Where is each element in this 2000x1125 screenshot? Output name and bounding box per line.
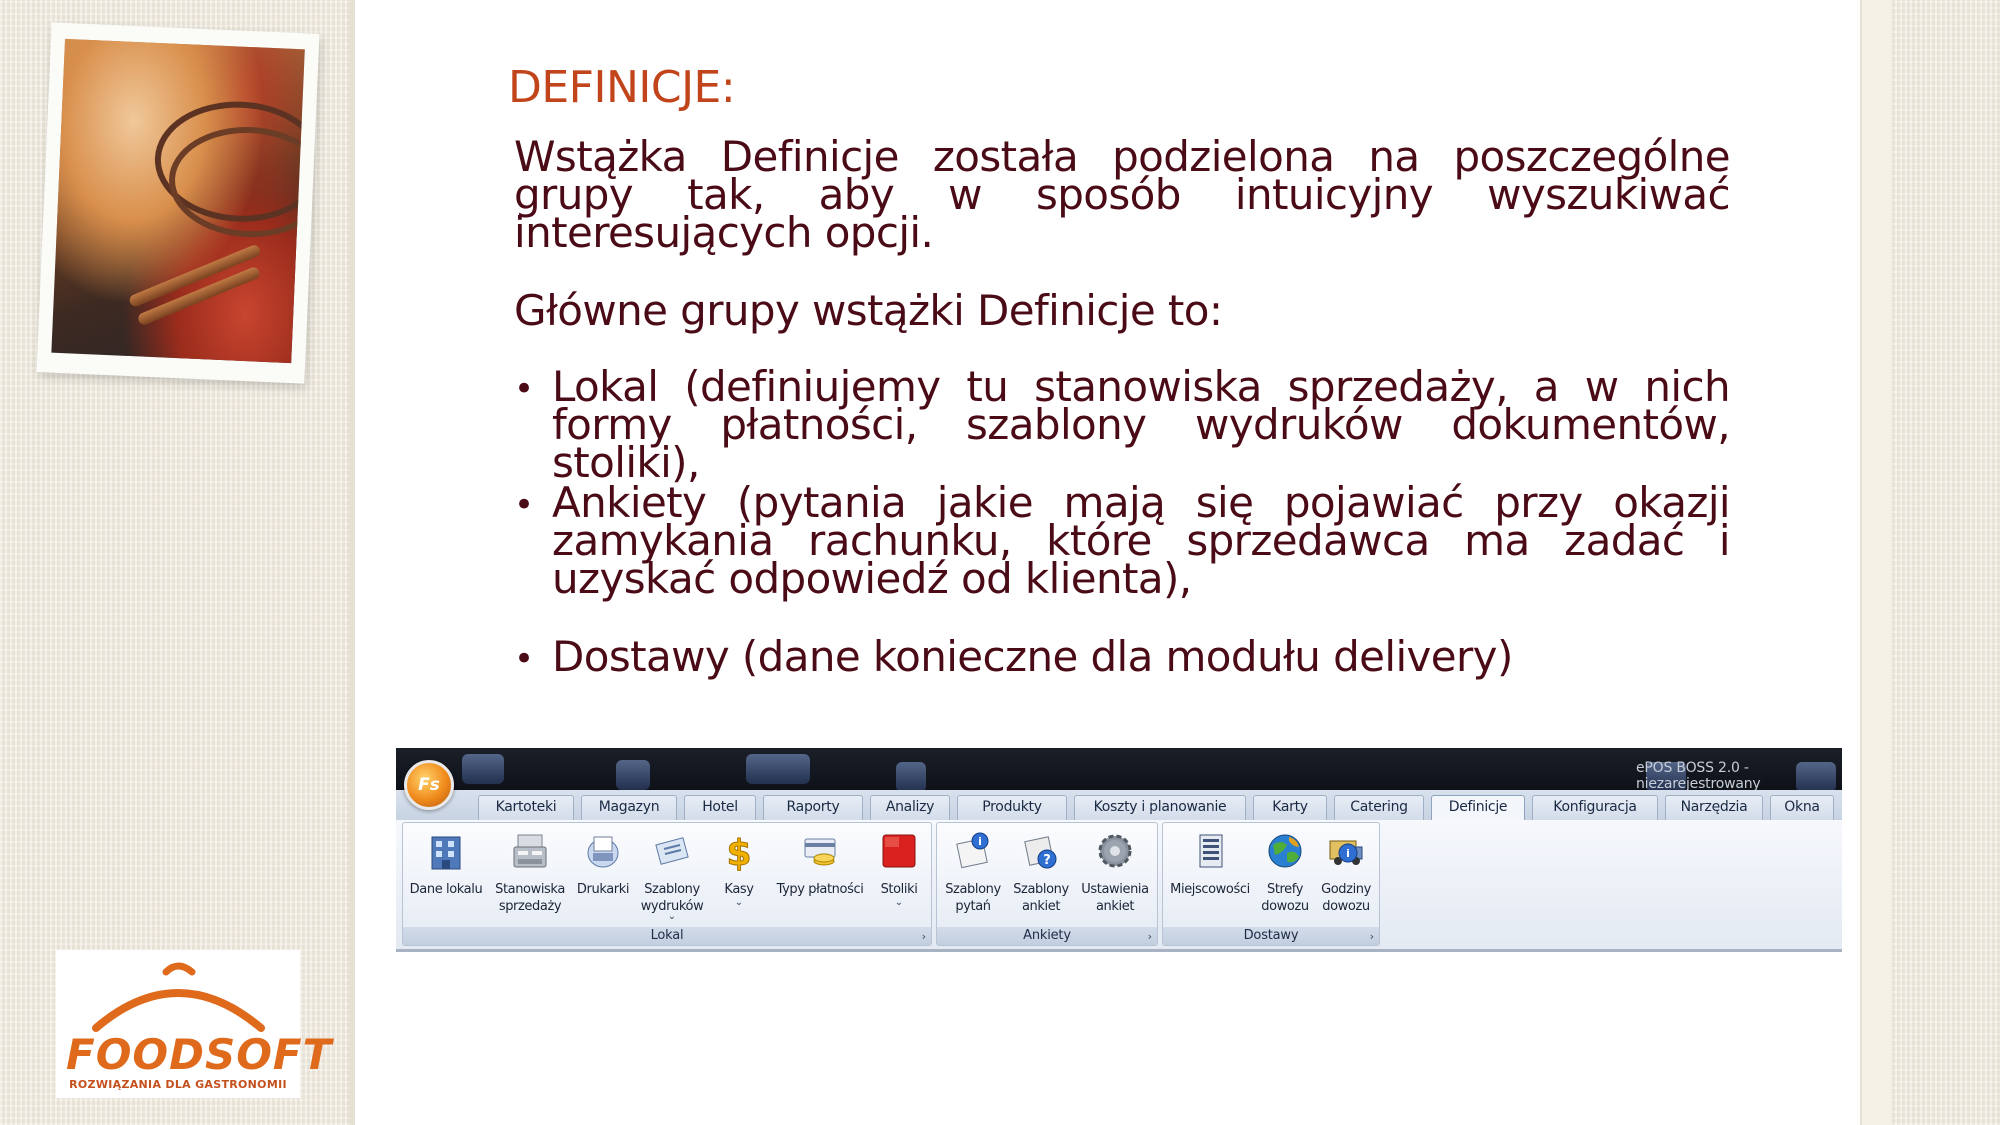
tab-kartoteki[interactable]: Kartoteki (478, 795, 574, 820)
button-label: Stoliki (880, 882, 918, 897)
group-expander-icon[interactable]: › (1148, 930, 1152, 943)
payment-types-icon (804, 838, 836, 866)
svg-text:i: i (1346, 847, 1350, 860)
quick-access-icon[interactable] (746, 754, 810, 784)
app-ribbon-screenshot: ePOS BOSS 2.0 - niezarejestrowany Kartot… (396, 748, 1842, 952)
strefy-dowozu-button[interactable]: Strefy dowozu (1257, 827, 1313, 923)
food-photo (51, 38, 305, 364)
group-ankiety: i Szablony pytań ? Szablony ankiet Ustaw… (936, 822, 1158, 946)
drukarki-button[interactable]: Drukarki (573, 827, 633, 923)
button-label: Dane lokalu (409, 882, 483, 897)
svg-text:$: $ (726, 833, 751, 871)
building-icon (431, 836, 461, 870)
szablony-wydrukow-button[interactable]: Szablony wydruków ⌄ (637, 827, 707, 923)
svg-text:?: ? (1043, 853, 1051, 868)
button-label: Szablony pytań (945, 882, 1001, 914)
bullet-ankiety: Ankiety (pytania jakie mają się pojawiać… (552, 478, 1731, 603)
group-expander-icon[interactable]: › (1370, 930, 1374, 943)
globe-zones-icon (1268, 834, 1302, 868)
szablony-pytan-button[interactable]: i Szablony pytań (941, 827, 1005, 923)
tab-koszty-i-planowanie[interactable]: Koszty i planowanie (1074, 795, 1246, 820)
bullet-dot: • (514, 369, 535, 409)
chevron-down-icon: ⌄ (667, 911, 677, 922)
app-window-title: ePOS BOSS 2.0 - niezarejestrowany (1636, 760, 1761, 792)
tab-analizy[interactable]: Analizy (870, 795, 950, 820)
logo-name: FOODSOFT (66, 1030, 333, 1079)
settings-gear-icon (1098, 834, 1132, 868)
logo-cloche-icon (92, 962, 265, 1032)
tab-okna[interactable]: Okna (1770, 795, 1834, 820)
chevron-down-icon: ⌄ (894, 897, 904, 908)
button-label: Drukarki (576, 882, 630, 897)
button-label: Szablony wydruków (640, 882, 704, 914)
svg-text:i: i (978, 835, 982, 848)
button-label: Stanowiska sprzedaży (495, 882, 565, 914)
button-label: Szablony ankiet (1013, 882, 1069, 914)
ribbon-body: Dane lokalu Stanowiska sprzedaży Drukark… (396, 820, 1842, 949)
bullet-lokal: Lokal (definiujemy tu stanowiska sprzeda… (552, 362, 1731, 487)
cash-register-icon (513, 834, 547, 868)
tab-magazyn[interactable]: Magazyn (581, 795, 677, 820)
tab-produkty[interactable]: Produkty (957, 795, 1067, 820)
dollar-icon: $ (726, 833, 752, 872)
stanowiska-sprzedazy-button[interactable]: Stanowiska sprzedaży (491, 827, 569, 923)
logo-tagline: ROZWIĄZANIA DLA GASTRONOMII (69, 1078, 287, 1091)
bullet-dot: • (514, 485, 535, 525)
button-label: Godziny dowozu (1321, 882, 1371, 914)
dane-lokalu-button[interactable]: Dane lokalu (407, 827, 485, 923)
right-border-stripe (1862, 0, 1892, 1125)
delivery-hours-icon: i (1329, 840, 1363, 865)
button-label: Ustawienia ankiet (1081, 882, 1149, 914)
szablony-ankiet-button[interactable]: ? Szablony ankiet (1009, 827, 1073, 923)
chevron-down-icon: ⌄ (734, 897, 744, 908)
group-label-ankiety: Ankiety (937, 927, 1157, 945)
kasy-button[interactable]: $ Kasy ⌄ (711, 827, 767, 923)
locations-icon (1199, 834, 1223, 868)
godziny-dowozu-button[interactable]: i Godziny dowozu (1317, 827, 1375, 923)
survey-template-icon: ? (1024, 836, 1057, 869)
question-template-icon: i (956, 832, 989, 869)
printer-icon (587, 836, 619, 868)
button-label: Miejscowości (1170, 882, 1250, 897)
group-label-dostawy: Dostawy (1163, 927, 1379, 945)
food-photo-frame (36, 22, 320, 384)
tab-narzedzia[interactable]: Narzędzia (1665, 795, 1763, 820)
app-menu-orb[interactable]: Fs (404, 760, 454, 810)
group-lokal: Dane lokalu Stanowiska sprzedaży Drukark… (402, 822, 932, 946)
receipt-template-icon (655, 837, 689, 865)
tab-hotel[interactable]: Hotel (684, 795, 756, 820)
tab-karty[interactable]: Karty (1253, 795, 1327, 820)
group-expander-icon[interactable]: › (922, 930, 926, 943)
bullet-dostawy: Dostawy (dane konieczne dla modułu deliv… (552, 632, 1513, 681)
intro-paragraph: Wstążka Definicje została podzielona na … (514, 132, 1731, 257)
quick-access-icon[interactable] (896, 762, 926, 792)
tab-konfiguracja[interactable]: Konfiguracja (1532, 795, 1658, 820)
slide-title: DEFINICJE: (508, 62, 736, 113)
bullet-dot: • (514, 639, 535, 679)
groups-intro: Główne grupy wstążki Definicje to: (514, 286, 1223, 335)
tab-raporty[interactable]: Raporty (763, 795, 863, 820)
miejscowosci-button[interactable]: Miejscowości (1167, 827, 1253, 923)
button-label: Strefy dowozu (1261, 882, 1309, 914)
foodsoft-logo: FOODSOFT ROZWIĄZANIA DLA GASTRONOMII (56, 950, 333, 1098)
quick-access-icon[interactable] (462, 754, 504, 784)
typy-platnosci-button[interactable]: Typy płatności (771, 827, 869, 923)
button-label: Typy płatności (776, 882, 864, 897)
app-titlebar: ePOS BOSS 2.0 - niezarejestrowany (396, 748, 1842, 792)
table-icon (882, 834, 916, 868)
ustawienia-ankiet-button[interactable]: Ustawienia ankiet (1077, 827, 1153, 923)
quick-access-icon[interactable] (616, 760, 650, 790)
tab-definicje[interactable]: Definicje (1431, 795, 1525, 821)
group-dostawy: Miejscowości Strefy dowozu i Godziny dow… (1162, 822, 1380, 946)
stoliki-button[interactable]: Stoliki ⌄ (871, 827, 927, 923)
tab-catering[interactable]: Catering (1334, 795, 1424, 820)
ribbon-tabbar: Kartoteki Magazyn Hotel Raporty Analizy … (396, 790, 1842, 821)
group-label-lokal: Lokal (403, 927, 931, 945)
button-label: Kasy (724, 882, 754, 897)
